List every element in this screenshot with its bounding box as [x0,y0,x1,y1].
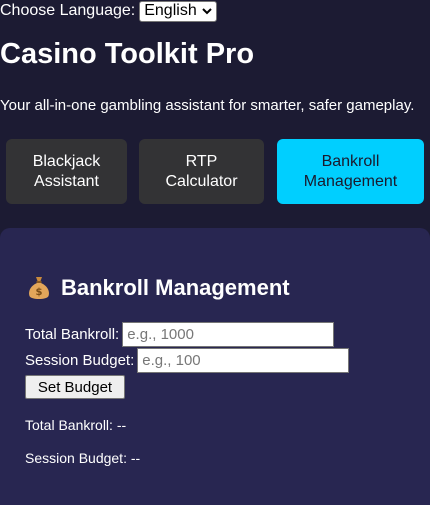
svg-text:$: $ [36,287,43,298]
language-selected-value: English [144,2,197,19]
panel-heading: $ Bankroll Management [27,275,290,301]
tool-button-label-line2: Management [303,172,398,190]
tool-button-label-line1: RTP [185,152,218,170]
session-budget-label: Session Budget: [25,352,135,369]
session-budget-input[interactable] [137,348,350,373]
blackjack-assistant-button[interactable]: Blackjack Assistant [6,139,127,204]
total-bankroll-readout: Total Bankroll: -- [25,417,127,433]
rtp-calculator-button[interactable]: RTP Calculator [139,139,264,204]
total-bankroll-input[interactable] [122,322,335,347]
total-bankroll-label: Total Bankroll: [25,326,120,343]
language-selector-row: Choose Language: English [0,0,217,22]
tool-button-label-line2: Calculator [165,172,238,190]
set-budget-button[interactable]: Set Budget [25,375,125,399]
session-budget-row: Session Budget: [25,348,350,373]
page-tagline: Your all-in-one gambling assistant for s… [0,97,415,114]
language-label: Choose Language: [0,2,136,19]
session-budget-readout: Session Budget: -- [25,450,141,466]
bankroll-management-button[interactable]: Bankroll Management [277,139,424,204]
page-title: Casino Toolkit Pro [0,38,255,70]
total-bankroll-row: Total Bankroll: [25,322,335,347]
tool-button-label-line1: Bankroll [321,152,380,170]
language-select[interactable]: English [139,0,217,22]
chevron-down-icon [202,8,212,15]
tool-button-label-line1: Blackjack [32,152,101,170]
panel-title: Bankroll Management [61,275,290,300]
money-bag-icon: $ [29,277,49,299]
tool-button-label-line2: Assistant [34,172,99,190]
